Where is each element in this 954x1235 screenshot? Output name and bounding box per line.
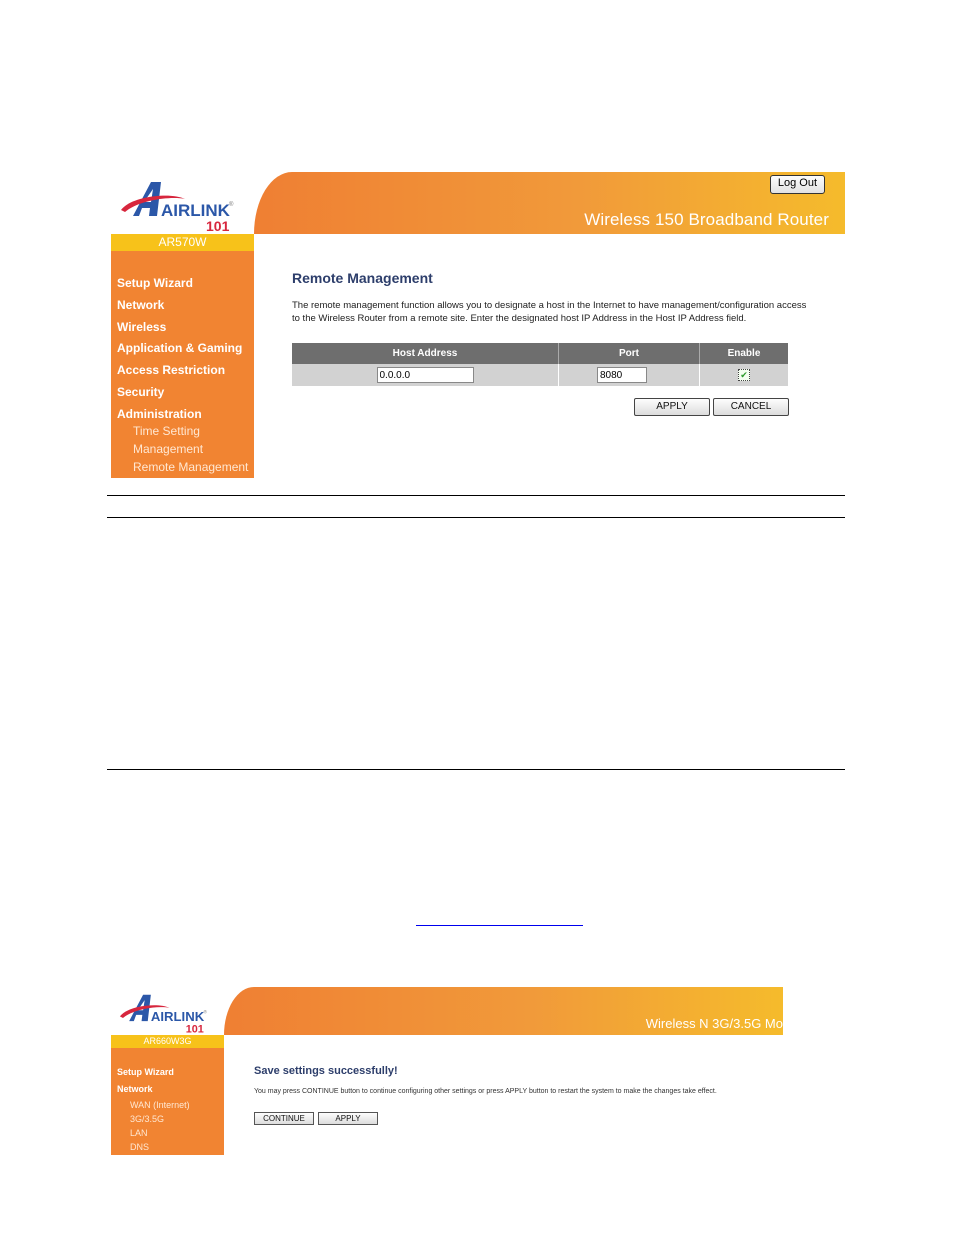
hyperlink-underline[interactable] bbox=[416, 925, 583, 926]
remote-management-table: Host Address Port Enable ✔ bbox=[292, 343, 788, 386]
product-title: Wireless N 3G/3.5G Mo bbox=[645, 1016, 783, 1031]
logout-button[interactable]: Log Out bbox=[769, 175, 825, 194]
table-header-row: Host Address Port Enable bbox=[292, 343, 788, 364]
airlink-logo-icon: AIRLINK ® 101 bbox=[119, 994, 208, 1035]
sidebar-item-setup-wizard[interactable]: Setup Wizard bbox=[117, 273, 242, 295]
sidebar-subitem-3g[interactable]: 3G/3.5G bbox=[130, 1112, 190, 1126]
page-title: Save settings successfully! bbox=[254, 1065, 398, 1077]
sidebar-subitem-wan[interactable]: WAN (Internet) bbox=[130, 1098, 190, 1112]
divider-line bbox=[107, 495, 845, 496]
sidebar-item-network[interactable]: Network bbox=[117, 295, 242, 317]
sidebar-subitem-time-setting[interactable]: Time Setting bbox=[133, 423, 248, 441]
svg-text:101: 101 bbox=[186, 1024, 204, 1035]
enable-checkbox[interactable]: ✔ bbox=[738, 369, 750, 381]
sidebar-item-access-restriction[interactable]: Access Restriction bbox=[117, 360, 242, 382]
svg-text:®: ® bbox=[204, 1008, 208, 1014]
airlink-logo: AIRLINK ® 101 bbox=[111, 172, 254, 234]
sidebar-subitem-lan[interactable]: LAN bbox=[130, 1126, 190, 1140]
page-title: Remote Management bbox=[292, 270, 433, 286]
host-address-input[interactable] bbox=[376, 367, 474, 383]
router-screenshot-remote-management: AIRLINK ® 101 Log Out Wireless 150 Broad… bbox=[111, 172, 845, 478]
page-description: You may press CONTINUE button to continu… bbox=[254, 1088, 717, 1095]
sidebar-subitem-remote-management[interactable]: Remote Management bbox=[133, 459, 248, 477]
sidebar-item-wireless[interactable]: Wireless bbox=[117, 317, 242, 339]
continue-button[interactable]: CONTINUE bbox=[254, 1112, 314, 1125]
header-host-address: Host Address bbox=[292, 343, 559, 364]
sidebar-item-setup-wizard[interactable]: Setup Wizard bbox=[117, 1064, 174, 1081]
airlink-logo-icon: AIRLINK ® 101 bbox=[121, 182, 234, 234]
svg-text:®: ® bbox=[229, 201, 234, 208]
header-banner: Log Out Wireless 150 Broadband Router bbox=[254, 172, 845, 234]
model-label: AR660W3G bbox=[111, 1035, 224, 1048]
page-description: The remote management function allows yo… bbox=[292, 300, 807, 324]
sidebar-subitem-management[interactable]: Management bbox=[133, 441, 248, 459]
sidebar-item-network[interactable]: Network bbox=[117, 1081, 174, 1098]
cancel-button[interactable]: CANCEL bbox=[713, 398, 789, 416]
sidebar-item-application-gaming[interactable]: Application & Gaming bbox=[117, 338, 242, 360]
model-label: AR570W bbox=[111, 234, 254, 251]
sidebar-item-security[interactable]: Security bbox=[117, 382, 242, 404]
apply-button[interactable]: APPLY bbox=[318, 1112, 378, 1125]
svg-text:AIRLINK: AIRLINK bbox=[151, 1009, 205, 1024]
divider-line bbox=[107, 769, 845, 770]
router-screenshot-save-settings: AIRLINK ® 101 Wireless N 3G/3.5G Mo AR66… bbox=[111, 987, 783, 1155]
main-content: Save settings successfully! You may pres… bbox=[254, 1065, 784, 1125]
divider-line bbox=[107, 517, 845, 518]
sidebar-subitem-dns[interactable]: DNS bbox=[130, 1140, 190, 1154]
header-enable: Enable bbox=[699, 343, 788, 364]
header-port: Port bbox=[558, 343, 700, 364]
product-title: Wireless 150 Broadband Router bbox=[584, 210, 829, 229]
sidebar-nav: Setup Wizard Network Wireless Applicatio… bbox=[111, 251, 254, 478]
main-content: Remote Management The remote management … bbox=[292, 270, 806, 416]
apply-button[interactable]: APPLY bbox=[634, 398, 710, 416]
sidebar-nav: Setup Wizard Network WAN (Internet) 3G/3… bbox=[111, 1048, 224, 1155]
port-input[interactable] bbox=[597, 367, 647, 383]
table-row: ✔ bbox=[292, 364, 788, 386]
svg-text:101: 101 bbox=[206, 218, 230, 234]
checkmark-icon: ✔ bbox=[740, 370, 748, 380]
header-banner: Wireless N 3G/3.5G Mo bbox=[224, 987, 783, 1035]
airlink-logo: AIRLINK ® 101 bbox=[111, 987, 224, 1035]
